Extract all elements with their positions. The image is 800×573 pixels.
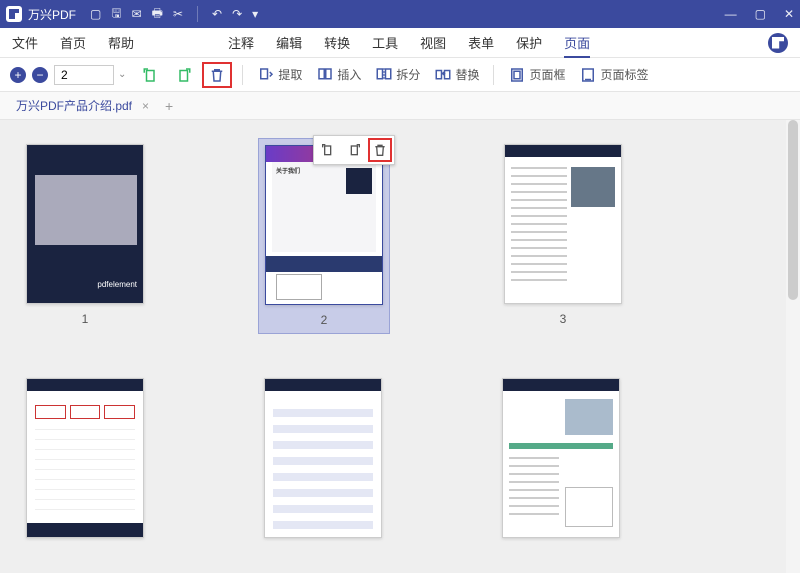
zoom-out-button[interactable]: − [32,67,48,83]
page-number: 3 [560,312,567,326]
separator [197,6,198,22]
toolbar: + − ⌄ 提取 插入 拆分 替换 页面框 页面标签 [0,58,800,92]
menu-home[interactable]: 首页 [60,33,86,52]
scrollbar-thumb[interactable] [788,120,798,300]
maximize-icon[interactable]: ▢ [755,7,766,21]
float-rotate-left-button[interactable] [316,138,340,162]
brand-logo-icon[interactable] [768,33,788,53]
tab-close-icon[interactable]: × [142,99,149,113]
insert-button[interactable]: 插入 [312,64,365,86]
menu-help[interactable]: 帮助 [108,33,134,52]
tab-label: 万兴PDF产品介绍.pdf [16,97,132,114]
zoom-in-button[interactable]: + [10,67,26,83]
page-thumb[interactable] [26,378,144,538]
menu-convert[interactable]: 转换 [324,33,350,52]
minimize-icon[interactable]: ― [725,7,737,21]
redo-icon[interactable]: ↷ [232,7,242,21]
tabbar: 万兴PDF产品介绍.pdf × + [0,92,800,120]
page-thumb[interactable] [502,378,620,538]
page-thumb[interactable] [264,378,382,538]
pagelabel-button[interactable]: 页面标签 [575,64,652,86]
menu-protect[interactable]: 保护 [516,33,542,52]
save-icon[interactable]: 🖫 [111,4,121,25]
dropdown-icon[interactable]: ▾ [252,7,258,21]
app-title: 万兴PDF [28,6,76,23]
document-tab[interactable]: 万兴PDF产品介绍.pdf × [8,97,157,114]
page-thumb[interactable]: 1 [26,144,144,328]
undo-icon[interactable]: ↶ [212,7,222,21]
menubar: 文件 首页 帮助 注释 编辑 转换 工具 视图 表单 保护 页面 [0,28,800,58]
float-delete-button[interactable] [368,138,392,162]
menu-page[interactable]: 页面 [564,33,590,58]
page-number: 2 [321,313,328,327]
open-icon[interactable]: ▢ [90,7,101,21]
page-input[interactable] [54,65,114,85]
menu-form[interactable]: 表单 [468,33,494,52]
close-icon[interactable]: ✕ [784,7,794,21]
page-float-toolbar [313,135,395,165]
menu-file[interactable]: 文件 [12,33,38,52]
scrollbar[interactable] [786,120,800,573]
delete-page-button[interactable] [202,62,232,88]
pagebox-button[interactable]: 页面框 [504,64,569,86]
tab-add-button[interactable]: + [165,98,173,114]
page-thumb-selected[interactable]: 2 [258,138,390,334]
menu-annotate[interactable]: 注释 [228,33,254,52]
page-thumbnails-viewport[interactable]: 1 2 3 [0,120,800,573]
mail-icon[interactable]: ✉ [132,7,142,21]
page-number: 1 [82,312,89,326]
separator [242,65,243,85]
titlebar: 万兴PDF ▢ 🖫 ✉ 🖶 ✂ ↶ ↷ ▾ ― ▢ ✕ [0,0,800,28]
replace-button[interactable]: 替换 [430,64,483,86]
app-logo-icon [6,6,22,22]
page-dropdown-icon[interactable]: ⌄ [118,69,126,80]
menu-edit[interactable]: 编辑 [276,33,302,52]
print-icon[interactable]: 🖶 [152,4,163,25]
cut-icon[interactable]: ✂ [173,7,183,21]
split-button[interactable]: 拆分 [371,64,424,86]
rotate-left-button[interactable] [138,64,164,86]
menu-tool[interactable]: 工具 [372,33,398,52]
menu-view[interactable]: 视图 [420,33,446,52]
float-rotate-right-button[interactable] [342,138,366,162]
page-thumb[interactable]: 3 [504,144,622,328]
extract-button[interactable]: 提取 [253,64,306,86]
rotate-right-button[interactable] [170,64,196,86]
separator [493,65,494,85]
